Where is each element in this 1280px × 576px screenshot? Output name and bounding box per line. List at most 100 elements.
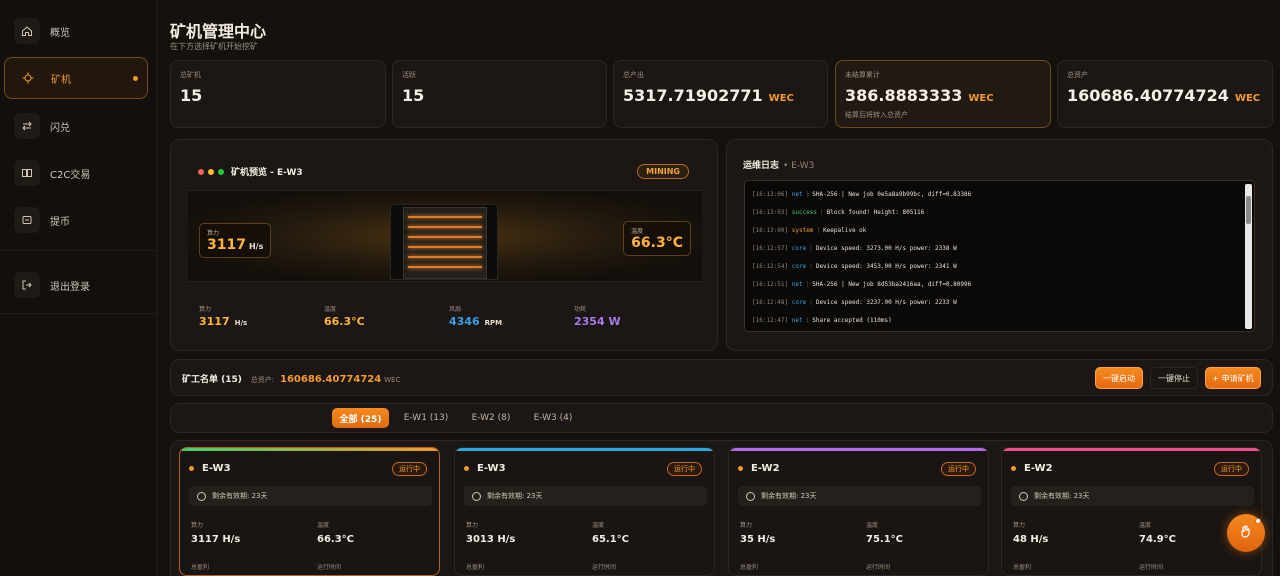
sidebar-item-withdraw[interactable]: 提币	[4, 199, 148, 241]
miner-name: E-W3	[189, 463, 231, 474]
profit-label: 总盈利	[466, 564, 485, 571]
log-console[interactable]: [16:13:06] net | SHA-256 | New job 0e5a8a9…	[744, 180, 1255, 332]
stat-unit: WEC	[1234, 93, 1261, 104]
sidebar-item-miners[interactable]: 矿机	[4, 57, 148, 99]
log-line: [16:12:57] core | Device speed: 3273.00 H/…	[752, 245, 957, 252]
metric-power: 功耗 2354 W	[574, 306, 621, 328]
stat-value: 160686.40774724 WEC	[1067, 86, 1261, 105]
log-line: [16:12:47] net | Share accepted (110ms)	[752, 317, 892, 324]
miner-preview-panel: 矿机预览 - E-W3 MINING 算力 3117 H/s 温度 66.3°C…	[170, 139, 718, 351]
stat-unit: WEC	[768, 93, 794, 104]
stat-label: 活跃	[402, 71, 416, 79]
sidebar-item-label: C2C交易	[50, 169, 91, 181]
status-badge: 运行中	[1214, 462, 1249, 476]
runtime-label: 运行时间	[592, 564, 617, 571]
status-badge: 运行中	[392, 462, 427, 476]
crosshair-icon	[15, 65, 41, 91]
miner-name: E-W2	[738, 463, 780, 474]
tab-e-w1[interactable]: E-W1 (13)	[397, 409, 455, 427]
metric-hashrate: 算力 3117 H/s	[199, 306, 248, 328]
status-dot	[1011, 466, 1016, 471]
stat-label: 总矿机	[180, 71, 201, 79]
swap-icon	[14, 113, 40, 139]
apply-miner-button[interactable]: + 申请矿机	[1205, 367, 1261, 389]
preview-header: 矿机预览 - E-W3	[198, 165, 303, 178]
sidebar-item-c2c[interactable]: C2C交易	[4, 152, 148, 194]
page-title: 矿机管理中心	[170, 22, 267, 41]
miner-card[interactable]: E-W3 运行中 剩余有效期: 23天 算力 3013 H/s 温度 65.1°…	[454, 447, 715, 576]
miner-preview-stage: 算力 3117 H/s 温度 66.3°C	[188, 190, 702, 282]
log-line: [16:13:00] system | Keepalive ok	[752, 227, 867, 234]
log-scrollbar[interactable]	[1245, 184, 1252, 329]
temp-label: 温度	[317, 522, 330, 529]
stop-all-button[interactable]: 一键停止	[1150, 367, 1198, 389]
tab-e-w3[interactable]: E-W3 (4)	[527, 409, 579, 427]
expiry-info: 剩余有效期: 23天	[1011, 486, 1254, 506]
log-title: 运维日志 • E-W3	[743, 161, 815, 171]
expiry-info: 剩余有效期: 23天	[464, 486, 707, 506]
sidebar-item-overview[interactable]: 概览	[4, 10, 148, 52]
miner-name: E-W3	[464, 463, 506, 474]
sidebar-item-label: 提币	[50, 216, 70, 228]
runtime-label: 运行时间	[317, 564, 342, 571]
card-accent-bar	[455, 448, 714, 451]
runtime-label: 运行时间	[866, 564, 891, 571]
stat-card-unsettled: 未结算累计 386.8883333 WEC 结算后将转入总资产	[835, 60, 1051, 128]
home-icon	[14, 18, 40, 44]
miner-list-header: 矿工名单 (15) 总资产: 160686.40774724 WEC 一键启动 …	[170, 359, 1273, 396]
sidebar-item-label: 概览	[50, 27, 70, 39]
card-accent-bar	[1002, 448, 1261, 451]
card-accent-bar	[180, 448, 439, 451]
hashrate-label: 算力	[1013, 522, 1026, 529]
temperature-overlay: 温度 66.3°C	[623, 221, 691, 256]
miner-name: E-W2	[1011, 463, 1053, 474]
miner-card[interactable]: E-W2 运行中 剩余有效期: 23天 算力 35 H/s 温度 75.1°C …	[728, 447, 989, 576]
asset-label: 总资产:	[250, 376, 275, 384]
temp-value: 66.3°C	[317, 534, 355, 545]
mining-status-badge: MINING	[637, 164, 689, 179]
logout-button[interactable]: 退出登录	[4, 264, 148, 306]
logout-label: 退出登录	[50, 281, 90, 293]
log-scrollbar-thumb[interactable]	[1246, 196, 1251, 224]
mining-rig-image	[390, 204, 498, 280]
temp-value: 74.9°C	[1139, 534, 1177, 545]
runtime-label: 运行时间	[1139, 564, 1164, 571]
window-dot-green	[218, 168, 224, 175]
support-icon	[1238, 523, 1254, 543]
card-accent-bar	[729, 448, 988, 451]
miner-card[interactable]: E-W2 运行中 剩余有效期: 23天 算力 48 H/s 温度 74.9°C …	[1001, 447, 1262, 576]
tab-e-w2[interactable]: E-W2 (8)	[465, 409, 517, 427]
stat-card-total-miners: 总矿机 15	[170, 60, 386, 128]
clock-icon	[472, 491, 481, 501]
stat-label: 未结算累计	[845, 71, 880, 79]
metric-fan: 风扇 4346 RPM	[449, 306, 503, 328]
status-dot	[189, 466, 194, 471]
hashrate-value: 3117 H/s	[191, 534, 241, 545]
hashrate-label: 算力	[466, 522, 479, 529]
sidebar-item-label: 闪兑	[50, 122, 70, 134]
sidebar-item-label: 矿机	[51, 74, 71, 86]
hashrate-value: 48 H/s	[1013, 534, 1049, 545]
profit-label: 总盈利	[1013, 564, 1032, 571]
tab-all[interactable]: 全部 (25)	[332, 408, 389, 428]
temp-label: 温度	[1139, 522, 1152, 529]
miner-card[interactable]: E-W3 运行中 剩余有效期: 23天 算力 3117 H/s 温度 66.3°…	[179, 447, 440, 576]
stat-card-total-output: 总产出 5317.71902771 WEC	[613, 60, 828, 128]
status-dot	[738, 466, 743, 471]
stat-unit: WEC	[968, 93, 994, 104]
sidebar-item-swap[interactable]: 闪兑	[4, 105, 148, 147]
temp-value: 75.1°C	[866, 534, 904, 545]
temp-value: 65.1°C	[592, 534, 630, 545]
stat-value: 386.8883333 WEC	[845, 86, 994, 105]
status-dot	[464, 466, 469, 471]
clock-icon	[1019, 491, 1028, 501]
sidebar: 概览 矿机 闪兑 C2C交易 提币 退出登录	[0, 0, 157, 576]
start-all-button[interactable]: 一键启动	[1095, 367, 1143, 389]
miner-list-title: 矿工名单 (15)	[182, 375, 242, 385]
status-badge: 运行中	[941, 462, 976, 476]
stat-value: 5317.71902771 WEC	[623, 86, 794, 105]
stat-value: 15	[180, 86, 203, 105]
profit-label: 总盈利	[191, 564, 210, 571]
hashrate-value: 3013 H/s	[466, 534, 516, 545]
support-button[interactable]	[1227, 514, 1265, 552]
